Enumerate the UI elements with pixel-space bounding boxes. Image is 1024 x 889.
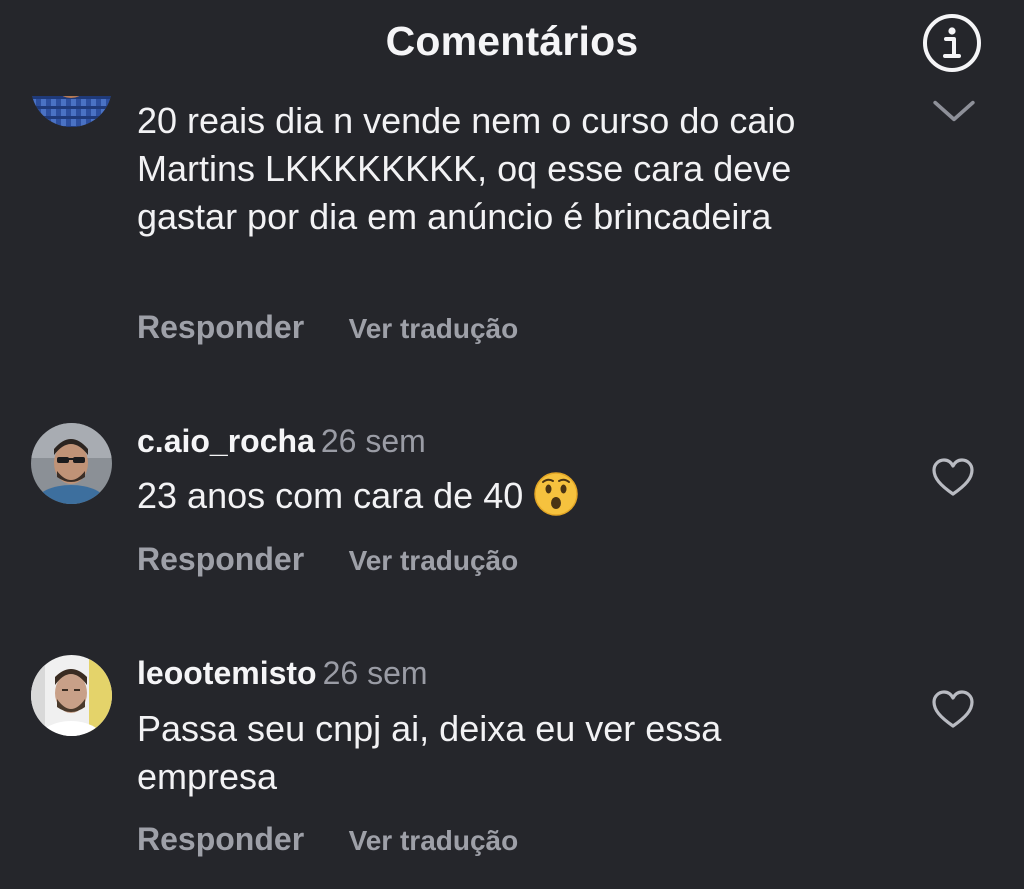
heart-icon[interactable] bbox=[930, 456, 976, 498]
reply-button[interactable]: Responder bbox=[137, 309, 304, 345]
comments-header: Comentários bbox=[0, 0, 1024, 96]
user-avatar[interactable] bbox=[31, 423, 112, 504]
comment-timestamp: 26 sem bbox=[320, 423, 426, 459]
comments-screen: 20 reais dia n vende nem o curso do caio… bbox=[0, 0, 1024, 889]
chevron-down-icon[interactable] bbox=[931, 90, 977, 132]
comment-text: 20 reais dia n vende nem o curso do caio… bbox=[137, 100, 796, 237]
see-translation-button[interactable]: Ver tradução bbox=[349, 545, 519, 576]
username-link[interactable]: c.aio_rocha bbox=[137, 423, 315, 459]
see-translation-button[interactable]: Ver tradução bbox=[349, 825, 519, 856]
comment-text-body: 23 anos com cara de 40 bbox=[137, 475, 524, 516]
username-link[interactable]: leootemisto bbox=[137, 655, 317, 691]
see-translation-button[interactable]: Ver tradução bbox=[349, 313, 519, 344]
reply-button[interactable]: Responder bbox=[137, 821, 304, 857]
astonished-face-emoji bbox=[534, 472, 578, 517]
comments-list[interactable]: 20 reais dia n vende nem o curso do caio… bbox=[0, 0, 1024, 889]
heart-icon[interactable] bbox=[930, 688, 976, 730]
avatar-image bbox=[31, 655, 112, 736]
comment-header: c.aio_rocha 26 sem bbox=[137, 423, 426, 460]
avatar-image bbox=[31, 423, 112, 504]
comment-actions: Responder Ver tradução bbox=[137, 821, 518, 858]
comment-actions: Responder Ver tradução bbox=[137, 541, 518, 578]
reply-button[interactable]: Responder bbox=[137, 541, 304, 577]
comment-actions: Responder Ver tradução bbox=[137, 309, 518, 346]
comment-header: leootemisto 26 sem bbox=[137, 655, 428, 692]
user-avatar[interactable] bbox=[31, 655, 112, 736]
comment-timestamp: 26 sem bbox=[322, 655, 428, 691]
comment-text: 23 anos com cara de 40 bbox=[137, 472, 897, 521]
info-icon[interactable] bbox=[922, 13, 982, 73]
page-title: Comentários bbox=[385, 18, 639, 64]
comment-text: Passa seu cnpj ai, deixa eu ver essa emp… bbox=[137, 708, 722, 797]
